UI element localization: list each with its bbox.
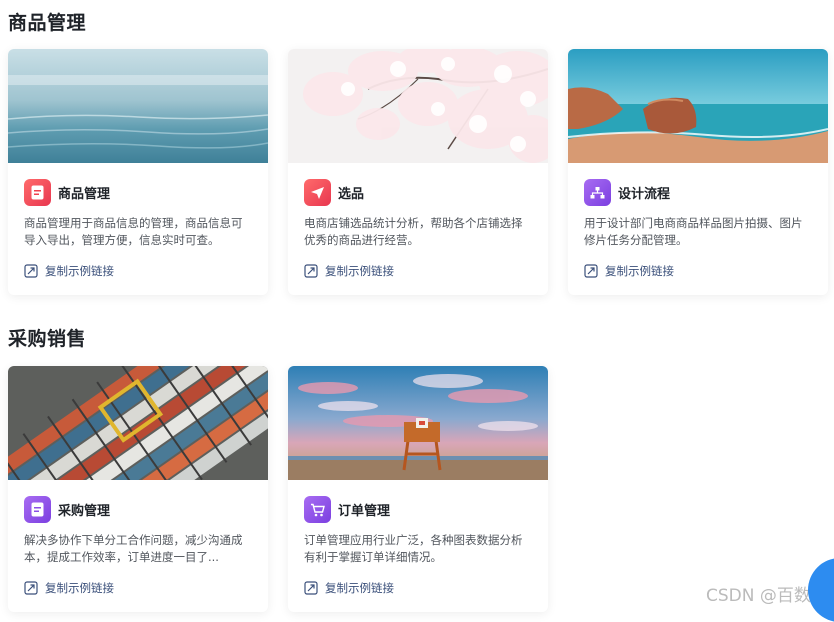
copy-link-label: 复制示例链接 xyxy=(45,264,114,278)
link-icon xyxy=(24,264,38,278)
card-title: 采购管理 xyxy=(58,504,111,519)
card-description: 解决多协作下单分工合作问题，减少沟通成本，提成工作效率，订单进度一目了... xyxy=(24,533,243,564)
link-icon xyxy=(304,581,318,595)
copy-example-link[interactable]: 复制示例链接 xyxy=(304,263,394,279)
card-image-lifeguard-tower xyxy=(288,366,548,480)
card-image-cherry-blossom xyxy=(288,49,548,163)
copy-example-link[interactable]: 复制示例链接 xyxy=(304,580,394,596)
card-image-shipping-containers xyxy=(8,366,268,480)
section-title-purchase-sales: 采购销售 xyxy=(8,328,87,350)
card-description: 订单管理应用行业广泛，各种图表数据分析有利于掌握订单详细情况。 xyxy=(304,533,523,564)
section-title-goods: 商品管理 xyxy=(8,12,87,34)
copy-link-label: 复制示例链接 xyxy=(605,264,674,278)
card-description: 电商店铺选品统计分析，帮助各个店铺选择优秀的商品进行经营。 xyxy=(304,216,523,247)
card-image-ocean xyxy=(8,49,268,163)
app-card-order-management[interactable]: 订单管理 订单管理应用行业广泛，各种图表数据分析有利于掌握订单详细情况。 复制示… xyxy=(288,366,548,612)
card-description: 用于设计部门电商商品样品图片拍摄、图片修片任务分配管理。 xyxy=(584,216,803,247)
card-title: 设计流程 xyxy=(618,187,671,202)
copy-example-link[interactable]: 复制示例链接 xyxy=(24,580,114,596)
card-title: 选品 xyxy=(338,187,365,202)
org-chart-icon xyxy=(584,179,611,206)
app-card-purchase-management[interactable]: 采购管理 解决多协作下单分工合作问题，减少沟通成本，提成工作效率，订单进度一目了… xyxy=(8,366,268,612)
copy-link-label: 复制示例链接 xyxy=(325,581,394,595)
app-card-product-selection[interactable]: 选品 电商店铺选品统计分析，帮助各个店铺选择优秀的商品进行经营。 复制示例链接 xyxy=(288,49,548,295)
document-icon xyxy=(24,179,51,206)
link-icon xyxy=(304,264,318,278)
copy-link-label: 复制示例链接 xyxy=(325,264,394,278)
watermark: CSDN @百数 xyxy=(706,586,811,606)
card-description: 商品管理用于商品信息的管理，商品信息可导入导出，管理方便，信息实时可查。 xyxy=(24,216,243,247)
card-title: 订单管理 xyxy=(338,504,391,519)
copy-example-link[interactable]: 复制示例链接 xyxy=(584,263,674,279)
document-icon xyxy=(24,496,51,523)
link-icon xyxy=(24,581,38,595)
app-card-goods-management[interactable]: 商品管理 商品管理用于商品信息的管理，商品信息可导入导出，管理方便，信息实时可查… xyxy=(8,49,268,295)
send-icon xyxy=(304,179,331,206)
cart-icon xyxy=(304,496,331,523)
app-card-design-process[interactable]: 设计流程 用于设计部门电商商品样品图片拍摄、图片修片任务分配管理。 复制示例链接 xyxy=(568,49,828,295)
link-icon xyxy=(584,264,598,278)
floating-action-button[interactable] xyxy=(808,558,834,622)
copy-link-label: 复制示例链接 xyxy=(45,581,114,595)
card-title: 商品管理 xyxy=(58,187,111,202)
copy-example-link[interactable]: 复制示例链接 xyxy=(24,263,114,279)
card-image-beach-rocks xyxy=(568,49,828,163)
